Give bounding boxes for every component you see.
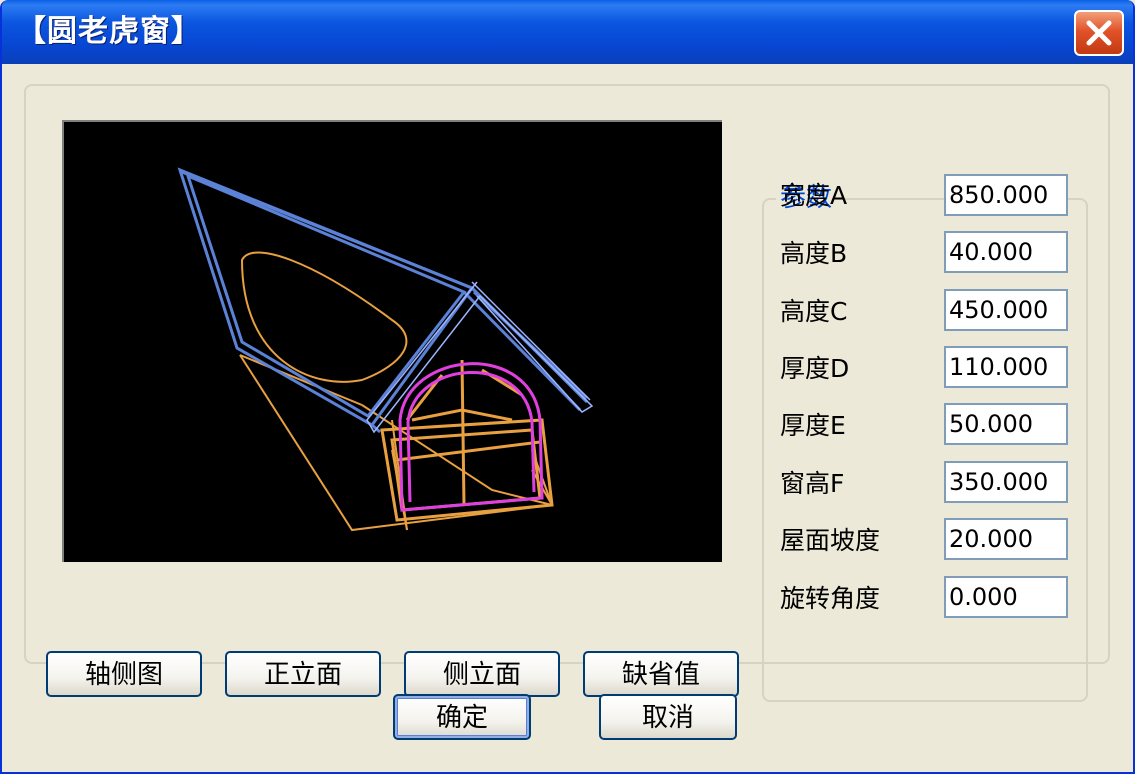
height-b-input[interactable] <box>944 231 1068 273</box>
param-label-height-b: 高度B <box>780 239 848 268</box>
param-label-window-height-f: 窗高F <box>780 469 845 498</box>
param-label-roof-slope: 屋面坡度 <box>780 526 881 555</box>
param-label-thickness-e: 厚度E <box>780 411 846 440</box>
front-elevation-button[interactable]: 正立面 <box>225 651 381 697</box>
preview-canvas[interactable] <box>62 120 722 562</box>
param-label-rotation-angle: 旋转角度 <box>780 584 881 613</box>
param-label-thickness-d: 厚度D <box>780 354 850 383</box>
close-icon <box>1086 20 1112 46</box>
ok-button[interactable]: 确定 <box>393 694 531 740</box>
thickness-e-input[interactable] <box>944 403 1068 445</box>
width-a-input[interactable] <box>944 174 1068 216</box>
dialog-client: 轴侧图 正立面 侧立面 缺省值 参数 宽度A 高度B 高度C 厚度D 厚度E 窗… <box>2 64 1133 772</box>
default-values-button[interactable]: 缺省值 <box>583 651 739 697</box>
thickness-d-input[interactable] <box>944 346 1068 388</box>
cancel-button[interactable]: 取消 <box>599 694 737 740</box>
param-label-height-c: 高度C <box>780 297 848 326</box>
rotation-angle-input[interactable] <box>944 576 1068 618</box>
window-title: 【圆老虎窗】 <box>16 14 202 49</box>
axonometric-button[interactable]: 轴侧图 <box>46 651 202 697</box>
window-height-f-input[interactable] <box>944 461 1068 503</box>
close-button[interactable] <box>1074 10 1124 56</box>
roof-slope-input[interactable] <box>944 518 1068 560</box>
height-c-input[interactable] <box>944 289 1068 331</box>
dormer-wireframe-icon <box>177 167 594 532</box>
param-label-width-a: 宽度A <box>780 181 848 210</box>
side-elevation-button[interactable]: 侧立面 <box>404 651 560 697</box>
title-bar[interactable]: 【圆老虎窗】 <box>2 0 1133 64</box>
dialog-window: 【圆老虎窗】 轴侧图 正立面 侧立面 缺省值 参数 宽度A 850.000 高度… <box>0 0 1135 774</box>
